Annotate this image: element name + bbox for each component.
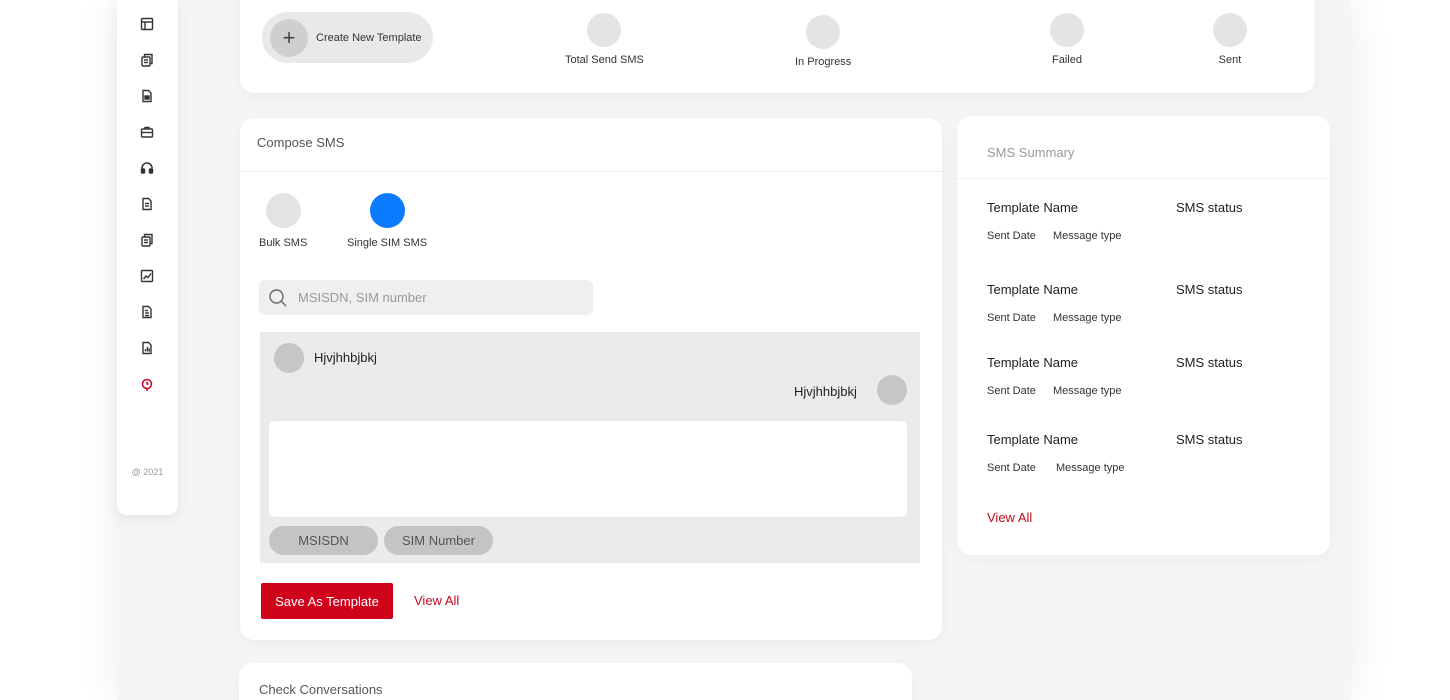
sent-date: Sent Date [987, 312, 1036, 324]
text-file-icon[interactable] [140, 305, 154, 319]
message-type: Message type [1053, 385, 1122, 397]
compose-title: Compose SMS [257, 135, 345, 150]
copy-icon[interactable] [140, 53, 154, 67]
template-name: Template Name [987, 355, 1079, 370]
mode-bulk-sms[interactable]: Bulk SMS [259, 193, 307, 249]
template-name: Template Name [987, 282, 1079, 297]
sms-status: SMS status [1176, 432, 1243, 447]
sent-date: Sent Date [987, 462, 1036, 474]
stat-in-progress[interactable]: In Progress [795, 15, 851, 68]
message-type: Message type [1053, 230, 1122, 242]
file-icon[interactable] [140, 89, 154, 103]
mode-radio [265, 193, 301, 228]
chart-icon[interactable] [140, 269, 154, 283]
sms-summary-card: SMS Summary Template Name SMS status Sen… [957, 116, 1330, 555]
template-name: Template Name [987, 432, 1079, 447]
conversations-title: Check Conversations [259, 682, 383, 697]
stat-label: Sent [1218, 54, 1242, 66]
create-template-button[interactable]: + Create New Template [262, 12, 433, 63]
message-type: Message type [1053, 312, 1122, 324]
message-type: Message type [1056, 462, 1125, 474]
stat-label: In Progress [795, 56, 852, 68]
document-icon[interactable] [140, 197, 154, 211]
chat-message-left: Hjvjhhbjbkj [314, 350, 377, 365]
create-template-label: Create New Template [316, 31, 422, 44]
summary-title: SMS Summary [987, 145, 1075, 160]
stat-failed[interactable]: Failed [1050, 13, 1084, 66]
divider [240, 171, 942, 172]
chat-area: Hjvjhhbjbkj Hjvjhhbjbkj MSISDN SIM Numbe… [260, 332, 920, 563]
search-input[interactable] [298, 290, 578, 305]
stat-total-send[interactable]: Total Send SMS [565, 13, 644, 66]
summary-row[interactable]: Template Name SMS status Sent Date Messa… [987, 200, 1307, 242]
stat-circle [806, 15, 841, 49]
report-icon[interactable] [140, 341, 154, 355]
summary-row[interactable]: Template Name SMS status Sent Date Messa… [987, 355, 1307, 397]
view-all-link[interactable]: View All [414, 593, 459, 608]
headset-icon[interactable] [140, 161, 154, 175]
sent-date: Sent Date [987, 230, 1036, 242]
stat-sent[interactable]: Sent [1213, 13, 1247, 66]
sms-status: SMS status [1176, 355, 1243, 370]
copyright-text: @ 2021 [131, 467, 164, 477]
summary-row[interactable]: Template Name SMS status Sent Date Messa… [987, 432, 1307, 474]
stat-label: Total Send SMS [565, 54, 644, 66]
summary-row[interactable]: Template Name SMS status Sent Date Messa… [987, 282, 1307, 324]
stats-card: + Create New Template Total Send SMS In … [240, 0, 1315, 93]
layout-icon[interactable] [140, 17, 154, 31]
search-icon [269, 288, 287, 306]
stat-circle [1213, 13, 1247, 47]
sent-date: Sent Date [987, 385, 1036, 397]
sms-status: SMS status [1176, 200, 1243, 215]
mode-single-sim-sms[interactable]: Single SIM SMS [347, 193, 427, 249]
search-field[interactable] [259, 280, 593, 315]
save-as-template-button[interactable]: Save As Template [261, 583, 393, 619]
mode-radio-selected [369, 193, 405, 228]
briefcase-icon[interactable] [140, 125, 154, 139]
mode-label: Single SIM SMS [347, 237, 428, 249]
mode-label: Bulk SMS [259, 237, 308, 249]
avatar [877, 375, 907, 405]
msisdn-pill[interactable]: MSISDN [269, 526, 378, 555]
message-textarea[interactable] [269, 421, 907, 517]
copy-icon[interactable] [140, 233, 154, 247]
avatar [274, 343, 304, 373]
stat-circle [587, 13, 622, 47]
stat-circle [1050, 13, 1084, 47]
summary-view-all-link[interactable]: View All [987, 510, 1032, 525]
plus-icon: + [270, 18, 308, 57]
location-pin-icon[interactable] [140, 378, 154, 392]
sim-number-pill[interactable]: SIM Number [384, 526, 493, 555]
compose-sms-card: Compose SMS Bulk SMS Single SIM SMS Hjvj… [240, 118, 942, 640]
sidebar: @ 2021 [117, 0, 178, 515]
stat-label: Failed [1052, 54, 1082, 66]
chat-message-right: Hjvjhhbjbkj [794, 384, 857, 399]
divider [957, 178, 1330, 179]
template-name: Template Name [987, 200, 1079, 215]
sms-status: SMS status [1176, 282, 1243, 297]
check-conversations-card: Check Conversations [239, 663, 912, 700]
